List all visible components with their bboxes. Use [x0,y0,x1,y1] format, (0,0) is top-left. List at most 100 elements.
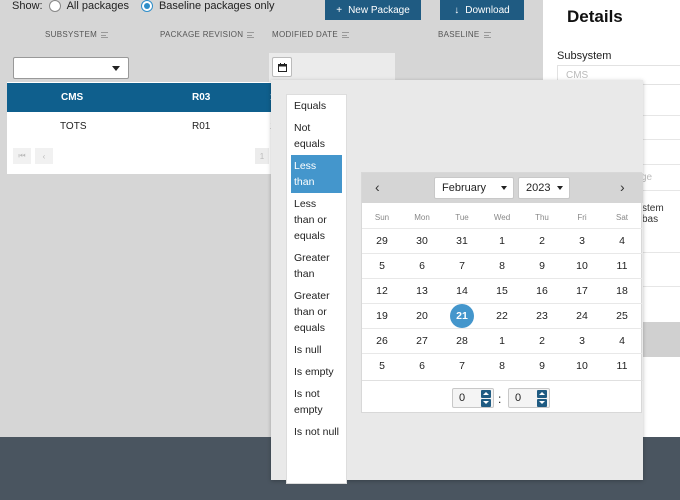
calendar-day[interactable]: 7 [442,353,482,378]
calendar-day[interactable]: 5 [362,353,402,378]
calendar-day[interactable]: 20 [402,303,442,328]
operator-is-not-null[interactable]: Is not null [287,421,346,443]
calendar-day-label: 10 [576,360,588,372]
calendar-day[interactable]: 4 [602,228,642,253]
calendar-day[interactable]: 18 [602,278,642,303]
operator-is-null[interactable]: Is null [287,339,346,361]
calendar-day[interactable]: 24 [562,303,602,328]
year-value: 2023 [526,182,551,194]
calendar-day-label: 29 [376,235,388,247]
calendar-day[interactable]: 8 [482,353,522,378]
column-header-subsystem[interactable]: SUBSYSTEM [45,30,109,39]
calendar-day[interactable]: 15 [482,278,522,303]
radio-baseline-label[interactable]: Baseline packages only [159,0,275,12]
minute-up-icon[interactable] [537,390,547,398]
column-menu-icon[interactable] [483,31,491,38]
hour-up-icon[interactable] [481,390,491,398]
month-select[interactable]: February [434,177,514,199]
column-menu-icon[interactable] [101,31,109,38]
calendar-day[interactable]: 7 [442,253,482,278]
operator-is-not-empty[interactable]: Is not empty [287,383,346,421]
operator-equals[interactable]: Equals [287,95,346,117]
weekday-label: Mon [414,213,430,222]
radio-all-circle[interactable] [48,0,61,12]
show-filter-row: Show: All packages Baseline packages onl… [12,0,281,12]
calendar-button[interactable] [272,57,292,77]
calendar-day[interactable]: 25 [602,303,642,328]
time-selector: 0 : 0 [362,380,643,414]
minute-spinner[interactable]: 0 [508,388,550,408]
calendar-day[interactable]: 11 [602,353,642,378]
operator-not-equals[interactable]: Not equals [287,117,346,155]
operator-is-empty[interactable]: Is empty [287,361,346,383]
calendar-day[interactable]: 23 [522,303,562,328]
calendar-day[interactable]: 10 [562,353,602,378]
calendar-day[interactable]: 27 [402,328,442,353]
calendar-day-label: 16 [536,285,548,297]
calendar-day[interactable]: 2 [522,228,562,253]
calendar-day-selected[interactable]: 21 [442,303,482,328]
operator-less-than-or-equals[interactable]: Less than or equals [287,193,346,247]
calendar-day[interactable]: 6 [402,253,442,278]
calendar-day[interactable]: 14 [442,278,482,303]
calendar-day[interactable]: 4 [602,328,642,353]
operator-greater-than[interactable]: Greater than [287,247,346,285]
prev-month-icon[interactable]: ‹ [375,179,380,195]
calendar-day[interactable]: 17 [562,278,602,303]
weekday-label: Tue [455,213,469,222]
calendar-day-label: 26 [376,335,388,347]
calendar-day[interactable]: 1 [482,328,522,353]
calendar-day[interactable]: 5 [362,253,402,278]
first-page-button[interactable]: ⏮ [13,148,31,164]
time-separator: : [498,392,502,406]
operator-greater-than-or-equals[interactable]: Greater than or equals [287,285,346,339]
hour-spinner[interactable]: 0 [452,388,494,408]
download-button[interactable]: ↓ Download [440,0,524,20]
column-menu-icon[interactable] [247,31,255,38]
column-header-baseline[interactable]: BASELINE [438,30,491,39]
calendar-day[interactable]: 11 [602,253,642,278]
calendar-day-label: 9 [539,260,545,272]
calendar-day[interactable]: 13 [402,278,442,303]
calendar-day[interactable]: 8 [482,253,522,278]
calendar-day[interactable]: 22 [482,303,522,328]
calendar-day[interactable]: 1 [482,228,522,253]
column-header-package-revision[interactable]: PACKAGE REVISION [160,30,255,39]
calendar-day[interactable]: 3 [562,328,602,353]
column-header-modified-date[interactable]: MODIFIED DATE [272,30,349,39]
calendar-day[interactable]: 26 [362,328,402,353]
calendar-day[interactable]: 2 [522,328,562,353]
calendar-day[interactable]: 10 [562,253,602,278]
minute-down-icon[interactable] [537,399,547,407]
calendar-day[interactable]: 6 [402,353,442,378]
hour-down-icon[interactable] [481,399,491,407]
calendar-day[interactable]: 9 [522,353,562,378]
calendar-day[interactable]: 3 [562,228,602,253]
radio-all-label[interactable]: All packages [67,0,129,12]
calendar-day[interactable]: 9 [522,253,562,278]
calendar-day[interactable]: 16 [522,278,562,303]
calendar-day-label: 4 [619,235,625,247]
hour-value: 0 [459,392,466,404]
cell-subsystem: CMS [61,92,84,103]
calendar-day[interactable]: 28 [442,328,482,353]
next-month-icon[interactable]: › [620,179,625,195]
subsystem-filter-select[interactable] [13,57,129,79]
calendar-day[interactable]: 30 [402,228,442,253]
radio-baseline-circle[interactable] [140,0,153,12]
calendar-day-label: 5 [379,360,385,372]
column-menu-icon[interactable] [341,31,349,38]
calendar-day[interactable]: 19 [362,303,402,328]
weekday-label: Wed [493,213,511,222]
calendar-day[interactable]: 31 [442,228,482,253]
calendar-day[interactable]: 12 [362,278,402,303]
new-package-button[interactable]: + New Package [325,0,421,20]
radio-all-packages[interactable]: All packages [48,0,129,12]
calendar-day[interactable]: 29 [362,228,402,253]
calendar-day-label: 13 [416,285,428,297]
year-select[interactable]: 2023 [518,177,570,199]
page-number-button[interactable]: 1 [255,148,269,164]
operator-less-than[interactable]: Less than [291,155,342,193]
radio-baseline-only[interactable]: Baseline packages only [140,0,275,12]
prev-page-button[interactable]: ‹ [35,148,53,164]
